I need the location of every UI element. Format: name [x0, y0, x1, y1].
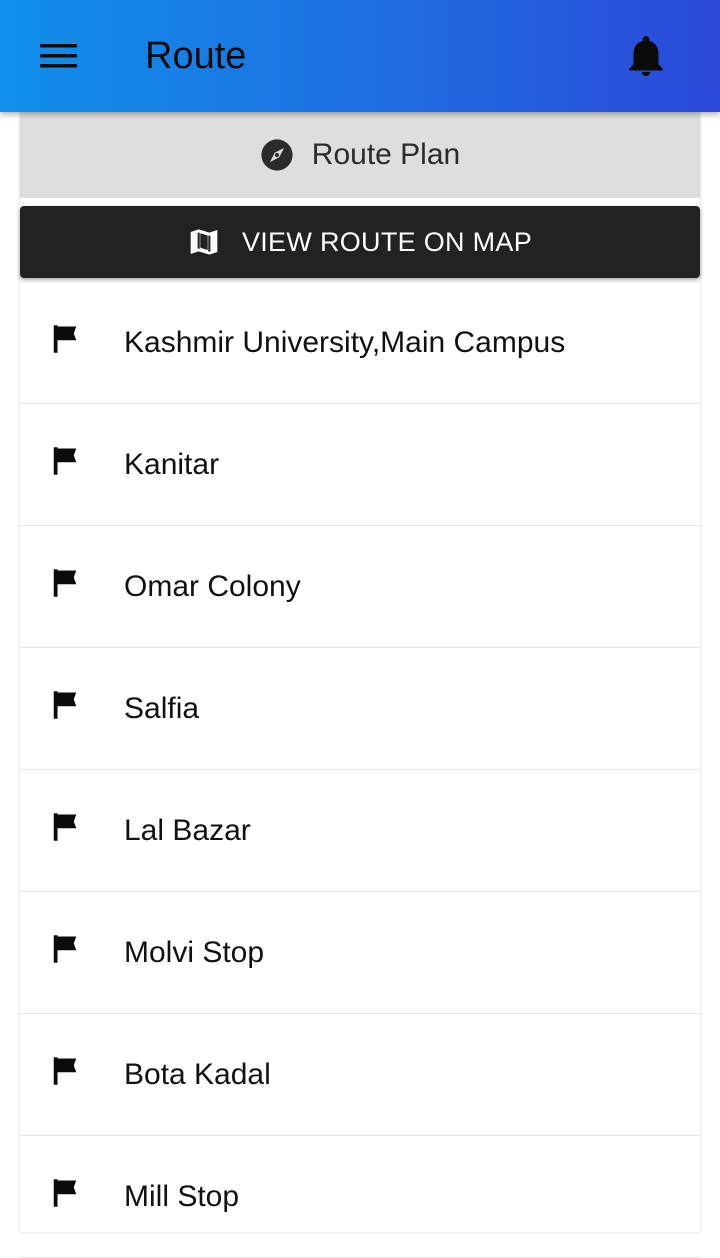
notifications-button[interactable] — [618, 28, 674, 84]
route-stop-label: Kashmir University,Main Campus — [124, 325, 566, 359]
route-stop-item[interactable]: Molvi Stop — [20, 892, 700, 1014]
route-stop-label: Molvi Stop — [124, 935, 265, 969]
app-bar: Route — [0, 0, 720, 112]
route-plan-header: Route Plan — [20, 112, 700, 198]
route-stop-item[interactable]: Salfia — [20, 648, 700, 770]
flag-icon — [50, 1056, 80, 1086]
flag-icon — [50, 446, 80, 476]
menu-icon — [40, 44, 77, 68]
flag-icon — [50, 812, 80, 842]
flag-icon — [50, 1178, 80, 1208]
flag-icon — [50, 324, 80, 354]
route-plan-card: Route Plan VIEW ROUTE ON MAP Kashmir Uni… — [20, 112, 700, 1258]
route-stop-item[interactable]: Lal Bazar — [20, 770, 700, 892]
route-stop-label: Kanitar — [124, 447, 220, 481]
route-stop-label: Lal Bazar — [124, 813, 251, 847]
route-stop-item[interactable]: Kashmir University,Main Campus — [20, 282, 700, 404]
route-stop-list: Kashmir University,Main Campus Kanitar Oma… — [20, 282, 700, 1258]
route-stop-item[interactable]: Mill Stop — [20, 1136, 700, 1258]
route-stop-item[interactable]: Kanitar — [20, 404, 700, 526]
compass-icon — [261, 139, 293, 171]
route-stop-label: Mill Stop — [124, 1179, 240, 1213]
route-stop-label: Omar Colony — [124, 569, 301, 603]
view-route-on-map-label: VIEW ROUTE ON MAP — [241, 226, 533, 257]
route-plan-title: Route Plan — [311, 138, 461, 171]
flag-icon — [50, 690, 80, 720]
map-icon — [190, 229, 218, 255]
menu-button[interactable] — [28, 30, 90, 82]
page-title: Route — [145, 35, 247, 77]
route-stop-item[interactable]: Bota Kadal — [20, 1014, 700, 1136]
bell-icon — [629, 36, 663, 76]
route-stop-label: Salfia — [124, 691, 200, 725]
route-stop-item[interactable]: Omar Colony — [20, 526, 700, 648]
route-stop-label: Bota Kadal — [124, 1057, 271, 1091]
flag-icon — [50, 568, 80, 598]
flag-icon — [50, 934, 80, 964]
view-route-on-map-button[interactable]: VIEW ROUTE ON MAP — [20, 206, 700, 278]
